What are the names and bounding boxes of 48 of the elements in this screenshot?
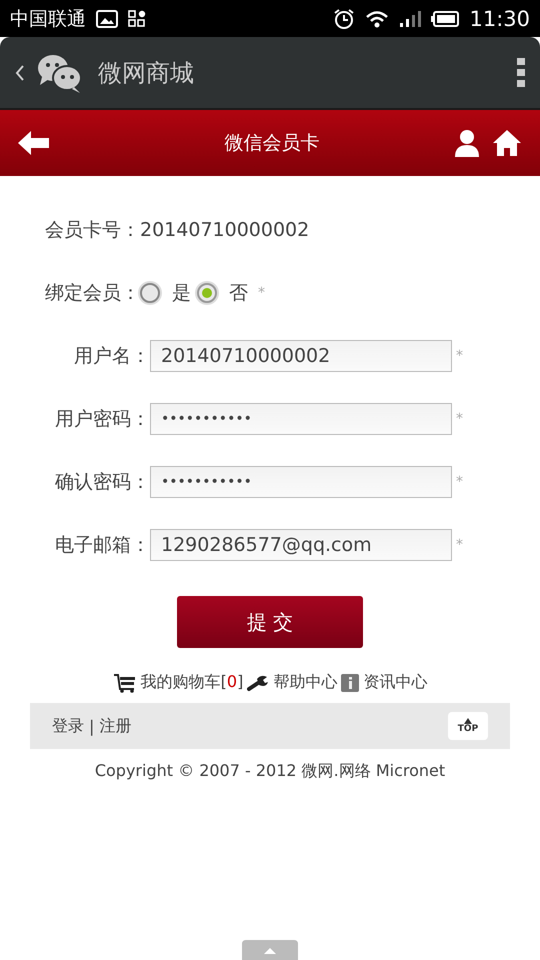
user-icon[interactable] (454, 129, 480, 157)
image-icon (96, 10, 118, 28)
page-title: 微信会员卡 (224, 131, 320, 156)
field-label: 用户名： (73, 344, 150, 368)
cart-link[interactable]: 我的购物车[0] (140, 672, 244, 693)
bind-member-label: 绑定会员： (45, 280, 140, 306)
carrier-name: 中国联通 (10, 6, 86, 32)
card-number-label: 会员卡号： (45, 218, 140, 242)
clock-time: 11:30 (469, 6, 530, 30)
news-link[interactable]: 资讯中心 (363, 672, 428, 693)
required-mark: * (456, 348, 463, 364)
wrench-icon[interactable] (247, 674, 270, 692)
cart-icon[interactable] (112, 672, 137, 692)
wifi-icon (365, 8, 390, 28)
input-field[interactable]: ••••••••••• (150, 466, 452, 498)
register-link[interactable]: 注册 (99, 716, 132, 736)
help-link[interactable]: 帮助中心 (273, 672, 338, 693)
grid-icon (128, 10, 146, 28)
top-button[interactable]: TOP (448, 712, 488, 740)
menu-icon[interactable] (516, 56, 526, 90)
field-label: 确认密码： (54, 470, 150, 494)
back-chevron-icon[interactable] (14, 62, 26, 82)
radio-button[interactable] (140, 282, 160, 302)
info-icon[interactable] (341, 674, 360, 692)
radio-label: 是 (172, 280, 191, 306)
separator: | (89, 716, 94, 736)
signal-icon (399, 10, 422, 28)
field-label: 用户密码： (54, 406, 150, 432)
input-field[interactable]: 1290286577@qq.com (150, 528, 452, 560)
radio-label: 否 (229, 280, 248, 306)
login-link[interactable]: 登录 (52, 716, 84, 736)
required-mark: * (456, 474, 463, 490)
input-field[interactable]: 20140710000002 (150, 340, 452, 372)
home-icon[interactable] (492, 129, 522, 157)
app-title: 微网商城 (98, 58, 194, 88)
input-field[interactable]: ••••••••••• (150, 402, 452, 434)
alarm-icon (333, 8, 356, 30)
required-mark: * (258, 284, 265, 300)
field-label: 电子邮箱： (54, 532, 150, 558)
required-mark: * (456, 410, 463, 426)
back-arrow-icon[interactable] (18, 130, 50, 156)
submit-button[interactable]: 提 交 (177, 596, 363, 648)
radio-button[interactable] (197, 282, 217, 302)
battery-icon (431, 10, 460, 28)
up-arrow-icon (464, 718, 472, 724)
copyright-text: Copyright © 2007 - 2012 微网.网络 Micronet (94, 761, 446, 782)
required-mark: * (456, 536, 463, 552)
card-number-value: 20140710000002 (140, 218, 310, 240)
